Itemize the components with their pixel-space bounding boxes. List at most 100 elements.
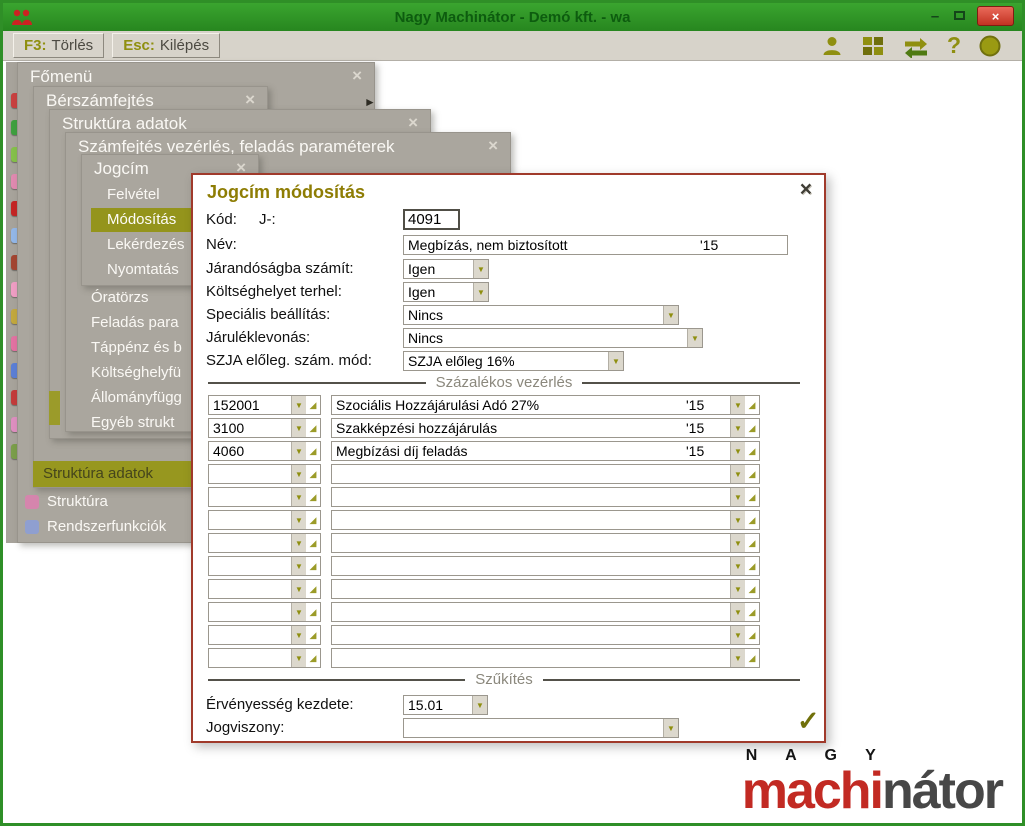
chevron-down-icon[interactable]: ▼ — [730, 557, 745, 575]
chevron-down-icon[interactable]: ▼ — [291, 419, 306, 437]
minimize-button[interactable]: – — [928, 8, 942, 25]
resize-grip-icon[interactable]: ◢ — [306, 561, 320, 572]
chevron-down-icon[interactable]: ▼ — [291, 465, 306, 483]
chevron-down-icon[interactable]: ▼ — [291, 626, 306, 644]
confirm-check-icon[interactable]: ✓ — [797, 706, 820, 737]
chevron-down-icon[interactable]: ▼ — [730, 534, 745, 552]
resize-grip-icon[interactable]: ◢ — [745, 607, 759, 618]
close-icon[interactable]: × — [800, 178, 812, 202]
resize-grip-icon[interactable]: ◢ — [306, 607, 320, 618]
row-code-dropdown[interactable]: ▼ ◢ — [208, 487, 321, 507]
row-name-dropdown[interactable]: ▼ ◢ — [331, 510, 760, 530]
resize-grip-icon[interactable]: ◢ — [745, 423, 759, 434]
chevron-down-icon[interactable]: ▼ — [608, 352, 623, 370]
resize-grip-icon[interactable]: ◢ — [745, 538, 759, 549]
jarandosag-dropdown[interactable]: Igen ▼ — [403, 259, 489, 279]
row-code-dropdown[interactable]: ▼ ◢ — [208, 464, 321, 484]
row-code-dropdown[interactable]: ▼ ◢ — [208, 556, 321, 576]
menu-item-felvetel[interactable]: Felvétel — [107, 183, 160, 207]
menu-item-oratorzs[interactable]: Óratörzs — [91, 286, 149, 310]
help-icon[interactable]: ? — [947, 32, 961, 59]
resize-grip-icon[interactable]: ◢ — [306, 653, 320, 664]
row-name-dropdown[interactable]: ▼ ◢ — [331, 602, 760, 622]
chevron-down-icon[interactable]: ▼ — [473, 283, 488, 301]
szja-dropdown[interactable]: SZJA előleg 16% ▼ — [403, 351, 624, 371]
close-icon[interactable]: × — [488, 136, 498, 156]
resize-grip-icon[interactable]: ◢ — [745, 630, 759, 641]
resize-grip-icon[interactable]: ◢ — [306, 584, 320, 595]
resize-grip-icon[interactable]: ◢ — [306, 423, 320, 434]
chevron-down-icon[interactable]: ▼ — [291, 442, 306, 460]
chevron-down-icon[interactable]: ▼ — [473, 260, 488, 278]
row-code-dropdown[interactable]: ▼ ◢ — [208, 510, 321, 530]
chevron-down-icon[interactable]: ▼ — [291, 557, 306, 575]
koltseghely-dropdown[interactable]: Igen ▼ — [403, 282, 489, 302]
ervenyesseg-dropdown[interactable]: 15.01 ▼ — [403, 695, 488, 715]
chevron-down-icon[interactable]: ▼ — [730, 442, 745, 460]
row-name-dropdown[interactable]: ▼ ◢ — [331, 556, 760, 576]
resize-grip-icon[interactable]: ◢ — [306, 630, 320, 641]
chevron-down-icon[interactable]: ▼ — [291, 580, 306, 598]
row-code-dropdown[interactable]: 4060 ▼ ◢ — [208, 441, 321, 461]
menu-item-koltseghely[interactable]: Költséghelyfü — [91, 361, 181, 385]
menu-item-egyeb-struktura[interactable]: Egyéb strukt — [91, 411, 174, 435]
row-name-dropdown[interactable]: Szociális Hozzájárulási Adó 27% '15 ▼ ◢ — [331, 395, 760, 415]
chevron-down-icon[interactable]: ▼ — [730, 419, 745, 437]
chevron-down-icon[interactable]: ▼ — [730, 396, 745, 414]
chevron-down-icon[interactable]: ▼ — [730, 511, 745, 529]
row-code-dropdown[interactable]: 3100 ▼ ◢ — [208, 418, 321, 438]
menu-item-feladas-parameterek[interactable]: Feladás para — [91, 311, 179, 335]
jogviszony-dropdown[interactable]: ▼ — [403, 718, 679, 738]
close-icon[interactable]: × — [352, 66, 362, 86]
row-name-dropdown[interactable]: ▼ ◢ — [331, 579, 760, 599]
resize-grip-icon[interactable]: ◢ — [745, 584, 759, 595]
chevron-down-icon[interactable]: ▼ — [730, 580, 745, 598]
scrollbar-thumb[interactable] — [49, 391, 60, 425]
row-code-dropdown[interactable]: 152001 ▼ ◢ — [208, 395, 321, 415]
menu-item-lekerdezes[interactable]: Lekérdezés — [107, 233, 185, 257]
menu-item-nyomtatas[interactable]: Nyomtatás — [107, 258, 179, 282]
row-name-dropdown[interactable]: ▼ ◢ — [331, 625, 760, 645]
resize-grip-icon[interactable]: ◢ — [745, 446, 759, 457]
row-code-dropdown[interactable]: ▼ ◢ — [208, 648, 321, 668]
row-code-dropdown[interactable]: ▼ ◢ — [208, 625, 321, 645]
resize-grip-icon[interactable]: ◢ — [745, 400, 759, 411]
nev-input[interactable]: Megbízás, nem biztosított '15 — [403, 235, 788, 255]
chevron-down-icon[interactable]: ▼ — [663, 719, 678, 737]
chevron-down-icon[interactable]: ▼ — [291, 511, 306, 529]
resize-grip-icon[interactable]: ◢ — [745, 492, 759, 503]
chevron-down-icon[interactable]: ▼ — [291, 603, 306, 621]
close-icon[interactable]: × — [245, 90, 255, 110]
row-name-dropdown[interactable]: Szakképzési hozzájárulás '15 ▼ ◢ — [331, 418, 760, 438]
row-code-dropdown[interactable]: ▼ ◢ — [208, 533, 321, 553]
chevron-down-icon[interactable]: ▼ — [291, 534, 306, 552]
user-icon[interactable] — [820, 34, 844, 58]
esc-exit-button[interactable]: Esc: Kilépés — [112, 33, 221, 58]
row-name-dropdown[interactable]: ▼ ◢ — [331, 533, 760, 553]
kod-input[interactable] — [403, 209, 460, 230]
close-icon[interactable]: × — [408, 113, 418, 133]
chevron-down-icon[interactable]: ▼ — [291, 488, 306, 506]
chevron-down-icon[interactable]: ▼ — [730, 488, 745, 506]
chevron-down-icon[interactable]: ▼ — [291, 649, 306, 667]
resize-grip-icon[interactable]: ◢ — [306, 469, 320, 480]
chevron-down-icon[interactable]: ▼ — [730, 626, 745, 644]
resize-grip-icon[interactable]: ◢ — [306, 538, 320, 549]
transfer-arrows-icon[interactable] — [902, 34, 930, 58]
chevron-down-icon[interactable]: ▼ — [687, 329, 702, 347]
f3-delete-button[interactable]: F3: Törlés — [13, 33, 105, 58]
resize-grip-icon[interactable]: ◢ — [745, 653, 759, 664]
resize-grip-icon[interactable]: ◢ — [306, 446, 320, 457]
resize-grip-icon[interactable]: ◢ — [306, 400, 320, 411]
row-name-dropdown[interactable]: ▼ ◢ — [331, 464, 760, 484]
row-name-dropdown[interactable]: Megbízási díj feladás '15 ▼ ◢ — [331, 441, 760, 461]
chevron-down-icon[interactable]: ▼ — [730, 465, 745, 483]
row-name-dropdown[interactable]: ▼ ◢ — [331, 648, 760, 668]
close-button[interactable]: × — [977, 6, 1014, 26]
menu-item-allomanyfuggo[interactable]: Állományfügg — [91, 386, 182, 410]
menu-item-struktura-adatok-selected[interactable]: Struktúra adatok — [33, 461, 191, 487]
chevron-down-icon[interactable]: ▼ — [291, 396, 306, 414]
menu-item-rendszerfunkciok[interactable]: Rendszerfunkciók — [47, 515, 166, 539]
resize-grip-icon[interactable]: ◢ — [745, 561, 759, 572]
resize-grip-icon[interactable]: ◢ — [745, 515, 759, 526]
